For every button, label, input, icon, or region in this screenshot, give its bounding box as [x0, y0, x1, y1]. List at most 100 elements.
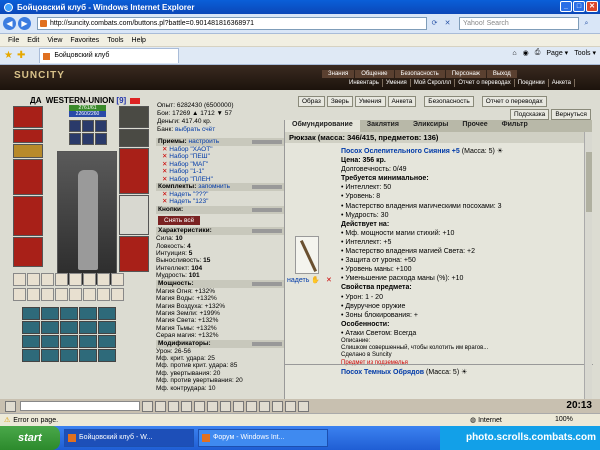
subnav-transfers[interactable]: Отчет о переводах [455, 79, 515, 87]
sets-collapse-bar[interactable] [252, 140, 282, 144]
maximize-button[interactable]: □ [573, 1, 585, 12]
quick-item-11[interactable] [41, 288, 54, 301]
spell-8[interactable] [60, 321, 78, 334]
warning-icon[interactable]: ⚠ [4, 416, 10, 424]
url-input[interactable]: http://suncity.combats.com/buttons.pl?ba… [37, 17, 427, 30]
ring-slot[interactable] [119, 129, 149, 147]
set-item[interactable]: ✕ Набор "1-1" [156, 168, 284, 175]
nav-security[interactable]: Безопасность [394, 70, 445, 78]
empty-slot[interactable] [119, 195, 149, 235]
menu-edit[interactable]: Edit [27, 37, 39, 44]
tab-equipment[interactable]: Обмундирование [285, 120, 360, 132]
tools-menu[interactable]: Tools ▾ [574, 49, 596, 57]
skills-button[interactable]: Умения [354, 96, 386, 107]
scroll-icon[interactable] [194, 400, 205, 412]
quick-item-14[interactable] [83, 288, 96, 301]
delete-icon[interactable]: ✕ [162, 191, 167, 198]
earrings-slot[interactable] [13, 129, 43, 143]
quick-item-3[interactable] [41, 273, 54, 286]
menu-help[interactable]: Help [132, 37, 146, 44]
subnav-scroll[interactable]: Мой Скроллл [411, 79, 456, 87]
sets-configure-link[interactable]: настроить [189, 138, 220, 145]
delete-icon[interactable]: ✕ [162, 161, 167, 168]
favorites-star-icon[interactable]: ★ [4, 50, 13, 61]
spell-7[interactable] [41, 321, 59, 334]
staff-item-image[interactable] [295, 236, 319, 274]
security-button[interactable]: Безопасность [424, 96, 474, 107]
subnav-fights[interactable]: Поединки [515, 79, 549, 87]
smile-icon[interactable] [142, 400, 153, 412]
quick-item-9[interactable] [13, 288, 26, 301]
close-button[interactable]: ✕ [586, 1, 598, 12]
scroll-slot-5[interactable] [82, 133, 94, 145]
inventory-scrollbar[interactable] [584, 132, 592, 399]
nav-knowledge[interactable]: Знания [322, 70, 355, 78]
menu-favorites[interactable]: Favorites [70, 37, 99, 44]
add-favorites-icon[interactable]: ✚ [17, 50, 25, 61]
item-info-icon[interactable]: ☀ [497, 148, 503, 155]
spell-2[interactable] [41, 307, 59, 320]
spell-18[interactable] [60, 349, 78, 362]
delete-icon[interactable]: ✕ [162, 198, 167, 205]
spell-17[interactable] [41, 349, 59, 362]
search-icon[interactable]: ⌕ [581, 18, 592, 29]
quick-item-6[interactable] [83, 273, 96, 286]
home-icon[interactable]: ⌂ [512, 50, 516, 57]
start-button[interactable]: start [0, 426, 60, 450]
subnav-skills[interactable]: Умения [383, 79, 411, 87]
hint-button[interactable]: Подсказка [510, 109, 550, 120]
spell-4[interactable] [79, 307, 97, 320]
bank-link[interactable]: выбрать счёт [175, 126, 215, 133]
set-item[interactable]: ✕ Набор "ПЕШ" [156, 153, 284, 160]
characteristics-collapse-bar[interactable] [252, 229, 282, 234]
transfers-report-button[interactable]: Отчет о переводах [481, 96, 547, 107]
spell-6[interactable] [22, 321, 40, 334]
quick-item-5[interactable] [69, 273, 82, 286]
quick-item-7[interactable] [97, 273, 110, 286]
search-input[interactable]: Yahoo! Search [459, 17, 579, 30]
quick-item-16[interactable] [111, 288, 124, 301]
spell-12[interactable] [41, 335, 59, 348]
remove-all-button[interactable]: Снять всё [158, 215, 201, 226]
belt-slot[interactable] [13, 237, 43, 267]
boots-slot[interactable] [119, 236, 149, 272]
spell-15[interactable] [98, 335, 116, 348]
item-name-link[interactable]: Посох Ослепительного Сияния +5 [341, 148, 460, 155]
help-icon[interactable] [298, 400, 309, 412]
menu-file[interactable]: File [8, 37, 19, 44]
spell-5[interactable] [98, 307, 116, 320]
task-combats[interactable]: Бойцовский клуб - W... [64, 429, 194, 447]
print-icon[interactable]: ⎙ [535, 49, 541, 57]
delete-icon[interactable]: ✕ [162, 153, 167, 160]
kits-remember-link[interactable]: запомнить [198, 183, 230, 190]
scrollbar-thumb[interactable] [586, 152, 592, 212]
menu-tools[interactable]: Tools [107, 37, 123, 44]
scroll-slot-1[interactable] [69, 120, 81, 132]
feeds-icon[interactable]: ◉ [523, 49, 529, 57]
image-button[interactable]: Образ [298, 96, 325, 107]
gloves-slot[interactable] [119, 106, 149, 128]
minimize-button[interactable]: _ [560, 1, 572, 12]
scroll-slot-4[interactable] [69, 133, 81, 145]
spell-1[interactable] [22, 307, 40, 320]
tab-filter[interactable]: Фильтр [495, 120, 535, 132]
subnav-inventory[interactable]: Инвентарь [346, 79, 383, 87]
quick-item-1[interactable] [13, 273, 26, 286]
nav-character[interactable]: Персонаж [445, 70, 486, 78]
drop-icon[interactable]: ✕ [326, 277, 332, 284]
task-forum[interactable]: Форум - Windows Int... [198, 429, 328, 447]
delete-icon[interactable]: ✕ [162, 176, 167, 183]
spell-13[interactable] [60, 335, 78, 348]
quick-item-10[interactable] [27, 288, 40, 301]
hand-icon[interactable]: ✋ [311, 277, 320, 284]
quick-item-8[interactable] [111, 273, 124, 286]
spell-16[interactable] [22, 349, 40, 362]
shield-slot[interactable] [119, 148, 149, 194]
powers-collapse-bar[interactable] [252, 281, 282, 286]
pet-button[interactable]: Зверь [326, 96, 353, 107]
spell-3[interactable] [60, 307, 78, 320]
menu-view[interactable]: View [47, 37, 62, 44]
subnav-profile[interactable]: Анкета [549, 79, 575, 87]
spell-14[interactable] [79, 335, 97, 348]
item2-name-link[interactable]: Посох Темных Обрядов [341, 369, 424, 376]
